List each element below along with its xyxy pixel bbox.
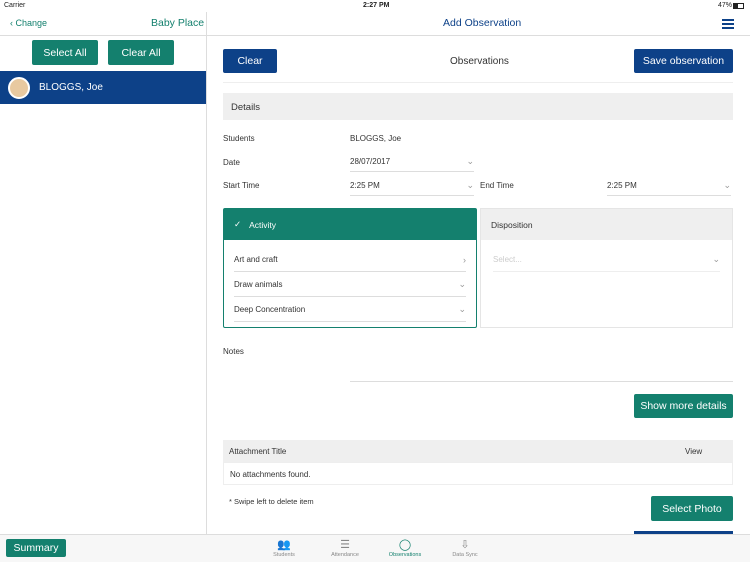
student-row[interactable]: BLOGGS, Joe [0, 71, 206, 104]
divider [223, 82, 733, 83]
checklist-icon: ☰ [340, 539, 350, 551]
tab-attendance[interactable]: ☰ Attendance [320, 538, 370, 558]
battery: 47% [718, 2, 733, 9]
attachments-empty: No attachments found. [223, 462, 733, 485]
activity-item-label: Art and craft [234, 255, 278, 264]
date-picker[interactable]: 28/07/2017 ⌄ [350, 156, 474, 172]
tab-bar [0, 534, 750, 562]
students-value: BLOGGS, Joe [350, 134, 402, 143]
chevron-down-icon: ⌄ [458, 304, 466, 314]
clear-button[interactable]: Clear [223, 49, 277, 73]
activity-header[interactable]: ✓ Activity [224, 209, 476, 240]
chevron-down-icon: ⌄ [458, 279, 466, 289]
people-icon: 👥 [277, 539, 291, 551]
swipe-hint: * Swipe left to delete item [229, 497, 314, 506]
view-header: View [685, 447, 703, 456]
status-bar: Carrier 2:27 PM 47% [0, 0, 750, 12]
start-time-label: Start Time [223, 181, 260, 190]
tab-students[interactable]: 👥 Students [259, 538, 309, 558]
activity-item-label: Draw animals [234, 280, 283, 289]
attachment-title-header: Attachment Title [229, 447, 287, 456]
details-header: Details [223, 93, 733, 120]
activity-title: Activity [249, 219, 277, 230]
tab-label: Attendance [331, 552, 359, 558]
show-more-details-button[interactable]: Show more details [634, 394, 733, 418]
end-time-value: 2:25 PM [607, 181, 637, 190]
activity-item[interactable]: Deep Concentration ⌄ [234, 302, 466, 322]
disposition-header: Disposition [481, 209, 732, 240]
disposition-placeholder: Select... [493, 255, 522, 264]
attachments-header: Attachment Title View [223, 440, 733, 462]
carrier: Carrier [4, 2, 26, 9]
change-button[interactable]: ‹ Change [10, 18, 47, 28]
chevron-down-icon: ⌄ [466, 180, 474, 190]
activity-item[interactable]: Art and craft › [234, 252, 466, 272]
end-time-picker[interactable]: 2:25 PM ⌄ [607, 180, 731, 196]
download-icon: ⇩ [460, 539, 470, 551]
school-title: Baby Place [151, 17, 205, 29]
date-value: 28/07/2017 [350, 157, 391, 166]
activity-item-label: Deep Concentration [234, 305, 306, 314]
menu-icon[interactable] [722, 19, 734, 29]
page-title: Add Observation [443, 17, 522, 29]
check-icon: ✓ [234, 219, 242, 229]
chevron-down-icon: ⌄ [723, 180, 731, 190]
activity-panel: ✓ Activity Art and craft › Draw animals ⌄ D… [223, 208, 477, 328]
battery-icon [733, 3, 744, 9]
chevron-down-icon: ⌄ [466, 156, 474, 166]
start-time-picker[interactable]: 2:25 PM ⌄ [350, 180, 474, 196]
students-label: Students [223, 134, 255, 143]
tab-observations[interactable]: ◯ Observations [380, 538, 430, 558]
date-label: Date [223, 158, 240, 167]
disposition-select[interactable]: Select... ⌄ [493, 252, 720, 272]
activity-item[interactable]: Draw animals ⌄ [234, 277, 466, 297]
chevron-down-icon: ⌄ [712, 254, 720, 264]
student-name: BLOGGS, Joe [39, 82, 103, 93]
section-title: Observations [450, 56, 509, 67]
tab-label: Students [273, 552, 295, 558]
notes-input[interactable] [350, 360, 733, 382]
change-label: Change [15, 18, 48, 28]
chevron-right-icon: › [463, 254, 466, 265]
start-time-value: 2:25 PM [350, 181, 380, 190]
divider [206, 12, 207, 534]
clear-all-button[interactable]: Clear All [108, 40, 174, 65]
select-photo-button[interactable]: Select Photo [651, 496, 733, 521]
chat-bubble-icon: ◯ [398, 539, 412, 551]
tab-label: Observations [388, 552, 422, 558]
disposition-panel: Disposition Select... ⌄ [480, 208, 733, 328]
tab-label: Data Sync [452, 552, 478, 558]
avatar [8, 76, 30, 99]
select-all-button[interactable]: Select All [32, 40, 98, 65]
header-divider [0, 35, 750, 36]
save-observation-button[interactable]: Save observation [634, 49, 733, 73]
notes-label: Notes [223, 347, 244, 356]
summary-button[interactable]: Summary [6, 539, 66, 557]
tab-data-sync[interactable]: ⇩ Data Sync [440, 538, 490, 558]
end-time-label: End Time [480, 181, 514, 190]
clock: 2:27 PM [363, 2, 390, 9]
